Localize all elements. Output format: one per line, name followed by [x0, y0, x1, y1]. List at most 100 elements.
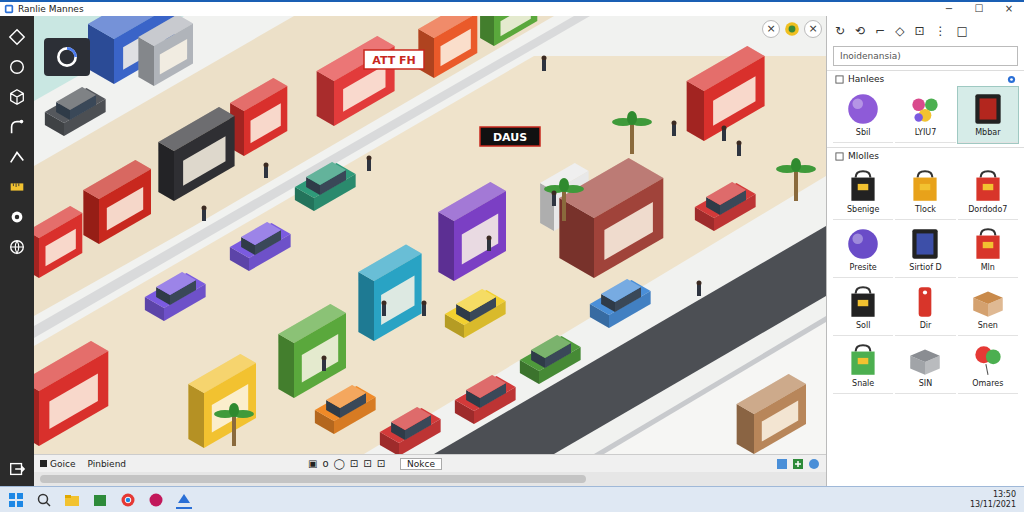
- status-button[interactable]: ⊡: [363, 458, 371, 469]
- person[interactable]: [382, 301, 387, 317]
- store-icon[interactable]: [92, 492, 108, 508]
- panel-tool-button[interactable]: ↻: [835, 24, 845, 38]
- asset-tile[interactable]: Tlock: [895, 164, 955, 220]
- asset-tile[interactable]: Sbil: [833, 87, 893, 143]
- asset-tile[interactable]: Presite: [833, 222, 893, 278]
- panel-tool-button[interactable]: ◇: [895, 24, 904, 38]
- car[interactable]: [455, 375, 516, 424]
- person[interactable]: [722, 126, 727, 142]
- status-label[interactable]: Nokce: [400, 458, 442, 470]
- car[interactable]: [520, 335, 581, 384]
- panel-tool-button[interactable]: ⟲: [855, 24, 865, 38]
- store[interactable]: [687, 46, 765, 141]
- asset-tile[interactable]: Dordodo7: [958, 164, 1018, 220]
- asset-tile[interactable]: Omares: [958, 338, 1018, 394]
- status-dot-icon[interactable]: [784, 21, 800, 37]
- search-icon[interactable]: [36, 492, 52, 508]
- car[interactable]: [295, 162, 356, 211]
- car[interactable]: [590, 279, 651, 328]
- settings-icon[interactable]: [1007, 75, 1016, 84]
- folder-icon[interactable]: [64, 492, 80, 508]
- store[interactable]: [34, 341, 108, 446]
- car[interactable]: [230, 222, 291, 271]
- store[interactable]: [34, 206, 82, 278]
- person[interactable]: [552, 191, 557, 207]
- panel-tool-button[interactable]: ⋮: [934, 24, 946, 38]
- editor-icon[interactable]: [176, 491, 192, 509]
- car[interactable]: [380, 407, 441, 454]
- store[interactable]: [83, 160, 151, 244]
- window-control[interactable]: −: [934, 2, 964, 16]
- person[interactable]: [264, 163, 269, 179]
- store[interactable]: [418, 16, 477, 78]
- asset-tile[interactable]: Snale: [833, 338, 893, 394]
- status-item[interactable]: Goice: [40, 459, 75, 469]
- person[interactable]: [737, 141, 742, 157]
- status-item[interactable]: Pinbiend: [87, 459, 126, 469]
- status-button[interactable]: ⊡: [350, 458, 358, 469]
- window-control[interactable]: ☐: [964, 2, 994, 16]
- game-canvas[interactable]: ATT FHDAUS × ×: [34, 16, 826, 454]
- asset-tile[interactable]: Sbenige: [833, 164, 893, 220]
- asset-tile[interactable]: Sirtiof D: [895, 222, 955, 278]
- store[interactable]: [438, 182, 506, 281]
- circle-tool-icon[interactable]: [8, 58, 26, 76]
- car[interactable]: [145, 272, 206, 321]
- asset-tile[interactable]: Mbbar: [958, 87, 1018, 143]
- panel-tool-button[interactable]: □: [956, 24, 967, 38]
- store[interactable]: [737, 374, 806, 454]
- globe-icon[interactable]: [808, 458, 820, 470]
- line-tool-icon[interactable]: [8, 148, 26, 166]
- person[interactable]: [697, 281, 702, 297]
- pen-tool-icon[interactable]: [8, 118, 26, 136]
- section-header[interactable]: Mlolles: [827, 147, 1024, 164]
- asset-tile[interactable]: Mln: [958, 222, 1018, 278]
- car[interactable]: [695, 182, 756, 231]
- cube-tool-icon[interactable]: [8, 88, 26, 106]
- store[interactable]: [188, 354, 256, 448]
- app-icon[interactable]: [148, 492, 164, 508]
- panel-tool-button[interactable]: ⊡: [914, 24, 924, 38]
- mall-scene[interactable]: ATT FHDAUS: [34, 16, 826, 454]
- horizontal-scrollbar[interactable]: [34, 472, 826, 486]
- store[interactable]: [480, 16, 537, 46]
- person[interactable]: [672, 121, 677, 137]
- browser-icon[interactable]: [120, 492, 136, 508]
- exit-icon[interactable]: [8, 460, 26, 478]
- window-control[interactable]: ×: [994, 2, 1024, 16]
- person[interactable]: [422, 301, 427, 317]
- asset-tile[interactable]: SIN: [895, 338, 955, 394]
- globe-tool-icon[interactable]: [8, 238, 26, 256]
- status-button[interactable]: ▣: [308, 458, 317, 469]
- asset-tile[interactable]: Snen: [958, 280, 1018, 336]
- panel-tool-button[interactable]: ⌐: [875, 24, 885, 38]
- store[interactable]: [278, 304, 346, 398]
- person[interactable]: [542, 56, 547, 72]
- store[interactable]: [138, 16, 193, 86]
- car[interactable]: [315, 385, 376, 434]
- asset-tile[interactable]: LYIU7: [895, 87, 955, 143]
- asset-tile[interactable]: Soll: [833, 280, 893, 336]
- asset-tile[interactable]: Dir: [895, 280, 955, 336]
- status-button[interactable]: o: [323, 458, 329, 469]
- section-header[interactable]: Hanlees: [827, 70, 1024, 87]
- car[interactable]: [45, 87, 106, 136]
- store[interactable]: [358, 245, 421, 342]
- person[interactable]: [202, 206, 207, 222]
- project-logo[interactable]: [44, 38, 90, 76]
- image-icon[interactable]: [776, 458, 788, 470]
- close-button[interactable]: ×: [762, 20, 780, 38]
- gear-tool-icon[interactable]: [8, 208, 26, 226]
- store[interactable]: [559, 158, 663, 278]
- move-tool-icon[interactable]: [8, 28, 26, 46]
- clock[interactable]: 13:50 13/11/2021: [970, 490, 1016, 510]
- store[interactable]: [230, 78, 287, 156]
- plus-icon[interactable]: [792, 458, 804, 470]
- person[interactable]: [367, 156, 372, 172]
- status-button[interactable]: ⊡: [377, 458, 385, 469]
- person[interactable]: [487, 236, 492, 252]
- close-button[interactable]: ×: [804, 20, 822, 38]
- status-button[interactable]: ◯: [334, 458, 345, 469]
- person[interactable]: [322, 356, 327, 372]
- search-field[interactable]: Inoidenansia): [833, 46, 1018, 66]
